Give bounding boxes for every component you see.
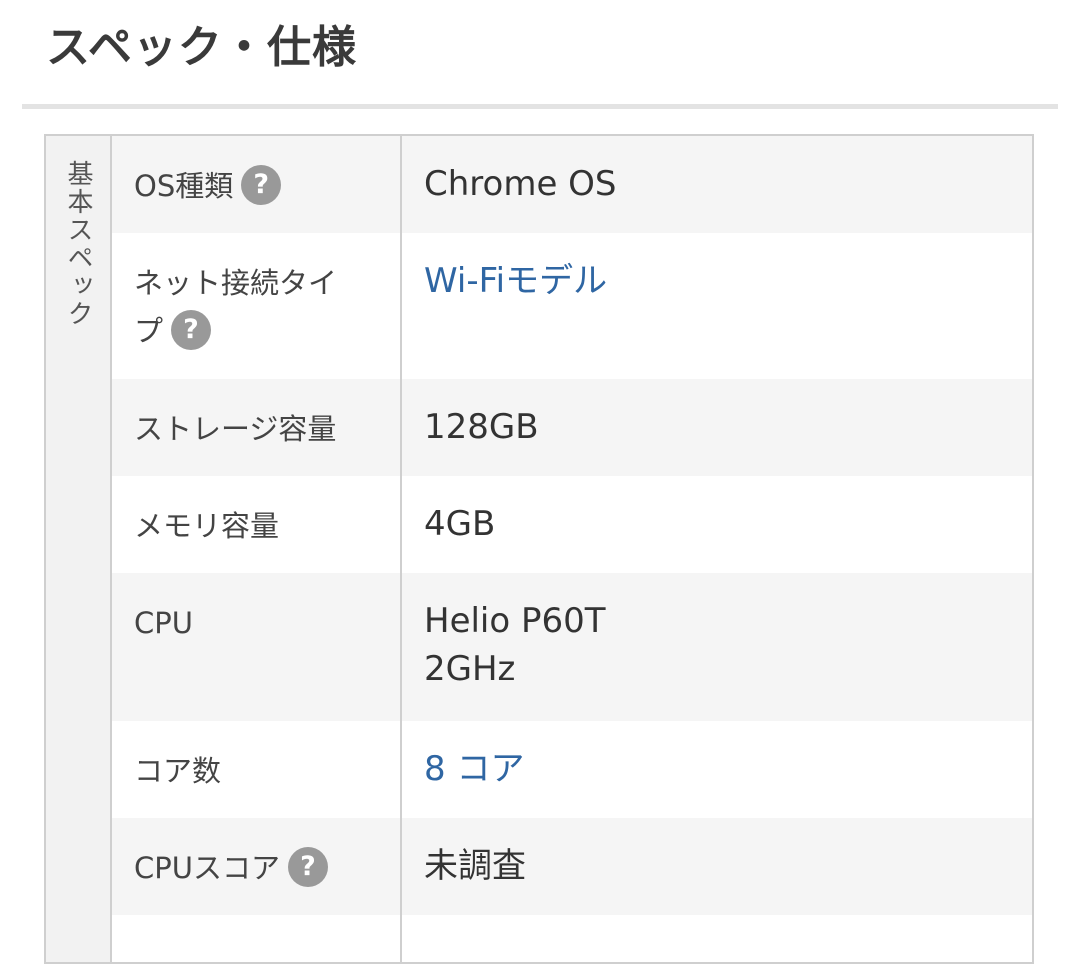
spec-value: Chrome OS bbox=[424, 164, 617, 204]
spec-value-cell: Wi-Fiモデル bbox=[402, 233, 1032, 379]
spec-group-header: 基本スペック bbox=[46, 136, 112, 962]
spec-label: ストレージ容量 bbox=[112, 379, 402, 476]
cpu-clock: 2GHz bbox=[424, 649, 516, 689]
spec-row-cores: コア数 8 コア bbox=[112, 721, 1032, 818]
spec-label: OS種類 bbox=[134, 169, 234, 203]
spec-label: メモリ容量 bbox=[112, 476, 402, 573]
spec-row-os: OS種類? Chrome OS bbox=[112, 136, 1032, 233]
spec-label-cell: CPUスコア? bbox=[112, 818, 402, 915]
spec-rows: OS種類? Chrome OS ネット接続タイプ? Wi-Fiモデル ストレージ… bbox=[112, 136, 1032, 962]
spec-label-cell: ネット接続タイプ? bbox=[112, 233, 402, 379]
core-count-link[interactable]: 8 コア bbox=[424, 749, 524, 789]
spec-value: 128GB bbox=[424, 407, 539, 447]
spec-label: コア数 bbox=[112, 721, 402, 818]
help-icon[interactable]: ? bbox=[241, 165, 282, 205]
spec-row-network: ネット接続タイプ? Wi-Fiモデル bbox=[112, 233, 1032, 379]
help-icon[interactable]: ? bbox=[287, 847, 328, 887]
spec-table: 基本スペック OS種類? Chrome OS ネット接続タイプ? Wi-Fiモデ… bbox=[44, 134, 1034, 964]
spec-label: CPUスコア bbox=[134, 851, 280, 885]
page-title: スペック・仕様 bbox=[46, 22, 358, 73]
spec-label-cell: OS種類? bbox=[112, 136, 402, 233]
help-icon[interactable]: ? bbox=[171, 310, 212, 350]
spec-label: ネット接続タイプ bbox=[134, 266, 338, 348]
spec-value-cell: Helio P60T 2GHz bbox=[402, 573, 1032, 721]
network-type-link[interactable]: Wi-Fiモデル bbox=[424, 261, 607, 301]
spec-row-next bbox=[112, 915, 1032, 962]
spec-row-cpu: CPU Helio P60T 2GHz bbox=[112, 573, 1032, 721]
spec-label: CPU bbox=[112, 573, 402, 721]
spec-row-cpu-score: CPUスコア? 未調査 bbox=[112, 818, 1032, 915]
spec-value: 4GB bbox=[424, 504, 496, 544]
spec-value: 未調査 bbox=[424, 846, 526, 886]
title-divider bbox=[22, 104, 1058, 109]
spec-value-cell: 8 コア bbox=[402, 721, 1032, 818]
spec-group-label: 基本スペック bbox=[63, 160, 93, 328]
spec-value bbox=[402, 915, 1032, 962]
cpu-model: Helio P60T bbox=[424, 601, 606, 641]
spec-label bbox=[112, 915, 402, 962]
spec-row-storage: ストレージ容量 128GB bbox=[112, 379, 1032, 476]
spec-row-memory: メモリ容量 4GB bbox=[112, 476, 1032, 573]
